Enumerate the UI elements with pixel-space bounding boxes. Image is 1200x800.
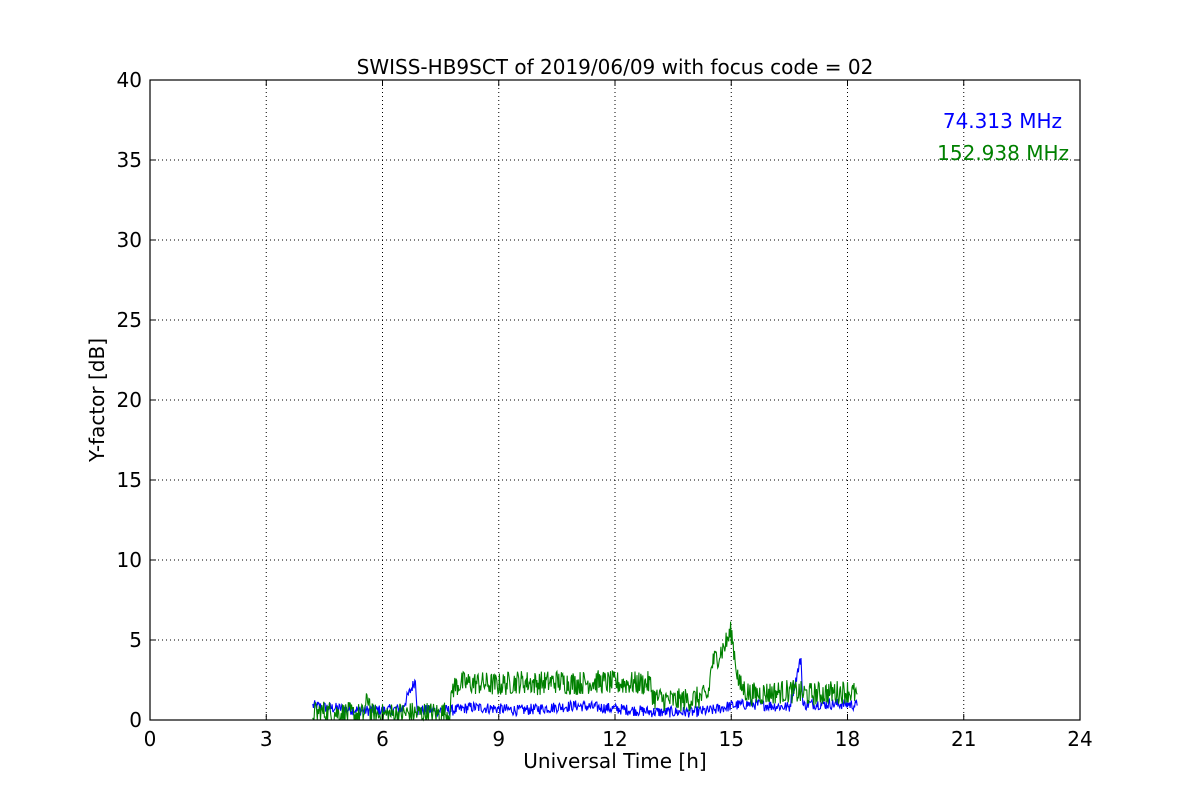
y-tick-label: 10 bbox=[117, 548, 142, 572]
x-axis-title: Universal Time [h] bbox=[523, 749, 706, 773]
y-axis-title: Y-factor [dB] bbox=[85, 338, 109, 463]
y-tick-label: 5 bbox=[129, 628, 142, 652]
x-tick-label: 9 bbox=[492, 727, 505, 751]
x-tick-label: 15 bbox=[719, 727, 744, 751]
y-tick-label: 25 bbox=[117, 308, 142, 332]
x-tick-label: 3 bbox=[260, 727, 273, 751]
legend-item-1: 152.938 MHz bbox=[937, 141, 1069, 165]
chart-title: SWISS-HB9SCT of 2019/06/09 with focus co… bbox=[357, 55, 874, 79]
y-tick-label: 15 bbox=[117, 468, 142, 492]
y-tick-label: 0 bbox=[129, 708, 142, 732]
chart: 0 3 6 9 12 15 18 21 24 0 5 10 15 20 25 30 35 40 SWISS-HB… bbox=[0, 0, 1200, 800]
legend-item-0: 74.313 MHz bbox=[943, 109, 1062, 133]
x-tick-label: 24 bbox=[1067, 727, 1092, 751]
x-tick-label: 0 bbox=[144, 727, 157, 751]
y-tick-label: 35 bbox=[117, 148, 142, 172]
y-tick-label: 20 bbox=[117, 388, 142, 412]
y-tick-label: 30 bbox=[117, 228, 142, 252]
x-tick-label: 12 bbox=[602, 727, 627, 751]
x-tick-label: 6 bbox=[376, 727, 389, 751]
x-tick-label: 18 bbox=[835, 727, 860, 751]
y-tick-label: 40 bbox=[117, 68, 142, 92]
x-tick-label: 21 bbox=[951, 727, 976, 751]
